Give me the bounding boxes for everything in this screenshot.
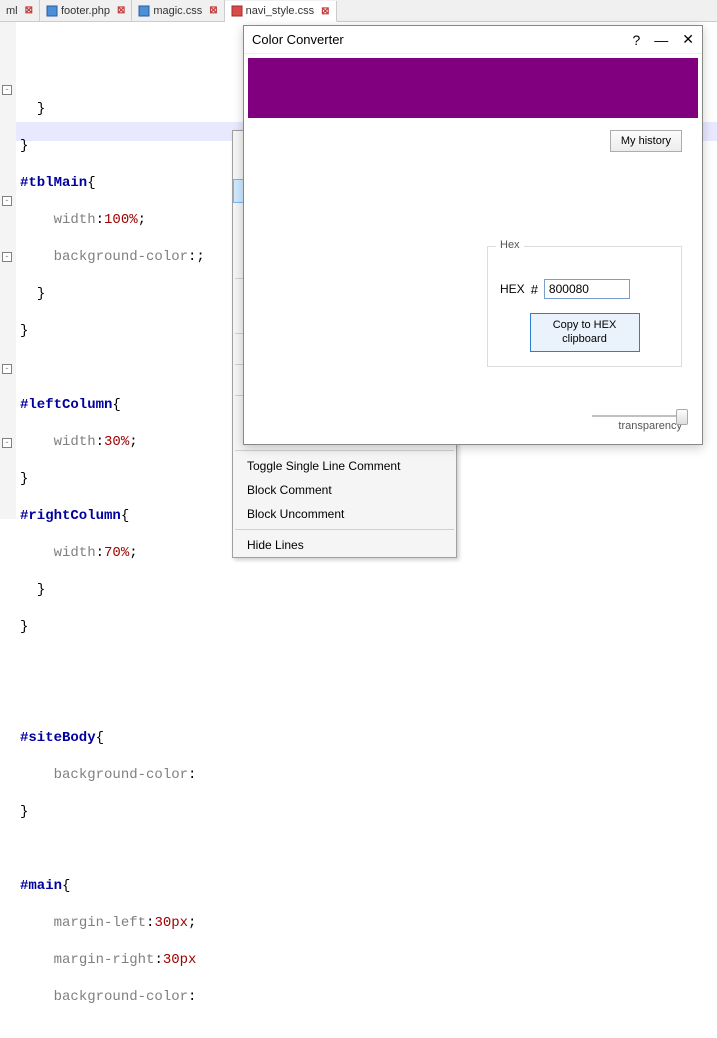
tab-magic-css[interactable]: magic.css ⊠ bbox=[132, 0, 224, 21]
transparency-slider[interactable] bbox=[592, 415, 682, 417]
color-converter-dialog: Color Converter ? — ✕ My history Hex HEX… bbox=[243, 25, 703, 445]
tab-label: ml bbox=[6, 5, 18, 17]
fold-gutter: - - - - - bbox=[0, 22, 16, 519]
file-icon bbox=[231, 5, 243, 17]
menu-block-uncomment[interactable]: Block Uncomment bbox=[233, 502, 456, 526]
help-icon[interactable]: ? bbox=[632, 32, 640, 48]
transparency-label: transparency bbox=[592, 420, 682, 432]
my-history-button[interactable]: My history bbox=[610, 130, 682, 152]
close-icon[interactable]: ⊠ bbox=[209, 5, 217, 16]
copy-hex-button[interactable]: Copy to HEX clipboard bbox=[530, 313, 640, 352]
transparency-control: transparency bbox=[592, 415, 682, 432]
menu-separator bbox=[235, 450, 454, 451]
close-icon[interactable]: ⊠ bbox=[117, 5, 125, 16]
tab-html[interactable]: ml ⊠ bbox=[0, 0, 40, 21]
hex-group-label: Hex bbox=[496, 239, 524, 251]
hex-input[interactable] bbox=[544, 279, 630, 299]
hex-group: Hex HEX # Copy to HEX clipboard bbox=[487, 246, 682, 367]
file-icon bbox=[138, 5, 150, 17]
close-icon[interactable]: ✕ bbox=[682, 31, 694, 48]
fold-box[interactable]: - bbox=[2, 438, 12, 448]
tab-label: magic.css bbox=[153, 5, 202, 17]
tab-footer-php[interactable]: footer.php ⊠ bbox=[40, 0, 132, 21]
tab-label: footer.php bbox=[61, 5, 110, 17]
hex-label: HEX bbox=[500, 282, 525, 296]
fold-box[interactable]: - bbox=[2, 364, 12, 374]
fold-box[interactable]: - bbox=[2, 196, 12, 206]
menu-toggle-comment[interactable]: Toggle Single Line Comment bbox=[233, 454, 456, 478]
fold-box[interactable]: - bbox=[2, 85, 12, 95]
tab-navi-style-css[interactable]: navi_style.css ⊠ bbox=[225, 1, 337, 22]
menu-block-comment[interactable]: Block Comment bbox=[233, 478, 456, 502]
dialog-titlebar[interactable]: Color Converter ? — ✕ bbox=[244, 26, 702, 54]
close-icon[interactable]: ⊠ bbox=[321, 6, 329, 17]
tab-label: navi_style.css bbox=[246, 5, 314, 17]
minimize-icon[interactable]: — bbox=[654, 32, 668, 48]
menu-hide-lines[interactable]: Hide Lines bbox=[233, 533, 456, 557]
hash-symbol: # bbox=[531, 282, 538, 297]
file-icon bbox=[46, 5, 58, 17]
color-swatch bbox=[248, 58, 698, 118]
tab-bar: ml ⊠ footer.php ⊠ magic.css ⊠ navi_style… bbox=[0, 0, 717, 22]
fold-box[interactable]: - bbox=[2, 252, 12, 262]
slider-thumb[interactable] bbox=[676, 409, 688, 425]
dialog-title-text: Color Converter bbox=[252, 32, 344, 47]
close-icon[interactable]: ⊠ bbox=[25, 5, 33, 16]
menu-separator bbox=[235, 529, 454, 530]
